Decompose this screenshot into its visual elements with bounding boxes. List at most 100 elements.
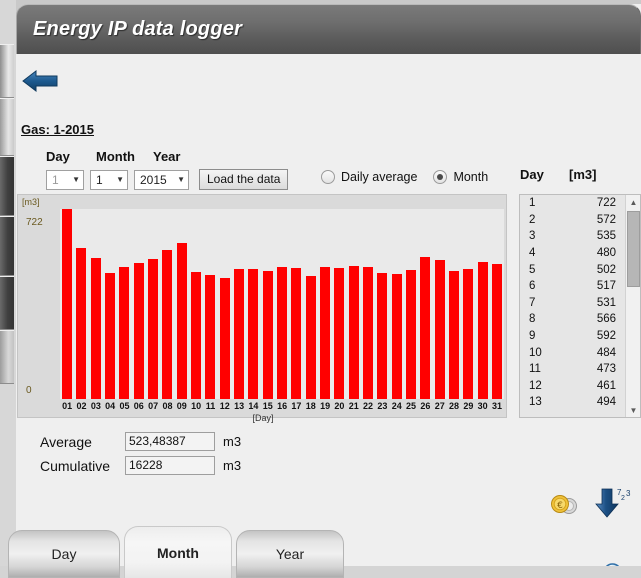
x-axis-tick: 24	[391, 401, 402, 411]
x-axis-tick: 01	[62, 401, 73, 411]
svg-text:3: 3	[626, 489, 631, 498]
table-cell-day: 4	[529, 247, 536, 260]
cumulative-field[interactable]: 16228	[125, 456, 215, 475]
table-cell-value: 473	[596, 363, 616, 376]
table-row[interactable]: 6 517	[520, 278, 625, 295]
table-row[interactable]: 11 473	[520, 361, 625, 378]
x-axis-tick: 04	[105, 401, 116, 411]
x-axis-tick: 13	[234, 401, 245, 411]
average-field[interactable]: 523,48387	[125, 432, 215, 451]
x-axis-tick: 22	[363, 401, 374, 411]
x-axis-tick: 23	[377, 401, 388, 411]
table-row[interactable]: 10 484	[520, 344, 625, 361]
euro-coin-icon[interactable]: €	[550, 494, 580, 516]
chart-bar-cell	[103, 209, 117, 399]
download-numbers-icon[interactable]: 7 2 3	[594, 486, 634, 522]
table-header-day: Day	[520, 167, 544, 182]
x-axis-tick: 30	[477, 401, 488, 411]
chart-bar	[449, 270, 460, 399]
table-row[interactable]: 8 566	[520, 311, 625, 328]
x-axis-tick: 31	[492, 401, 503, 411]
chart-bar	[219, 277, 230, 399]
chart-bar	[62, 209, 73, 399]
mode-radio-group: Daily average Month	[321, 170, 504, 184]
chart-bar	[305, 276, 316, 399]
chart-bar-cell	[60, 209, 74, 399]
cumulative-unit: m3	[223, 458, 242, 473]
chart-bar	[205, 274, 216, 399]
table-row[interactable]: 12 461	[520, 378, 625, 395]
daily-average-radio[interactable]	[321, 170, 335, 184]
chart-bar-cell	[203, 209, 217, 399]
table-row[interactable]: 7 531	[520, 295, 625, 312]
table-cell-day: 1	[529, 197, 536, 210]
table-cell-day: 10	[529, 346, 542, 359]
x-axis-tick: 15	[262, 401, 273, 411]
month-select[interactable]: 1 ▼	[90, 169, 128, 190]
chart-bar	[377, 272, 388, 399]
data-table-rows[interactable]: 1 722 2 572 3 535 4 480 5 502 6 517 7 531 8 566 9 592 10 48…	[520, 195, 625, 417]
table-row[interactable]: 4 480	[520, 245, 625, 262]
table-row[interactable]: 2 572	[520, 212, 625, 229]
day-select[interactable]: 1 ▼	[46, 169, 84, 190]
bottom-tab-bar: Day Month Year	[0, 524, 641, 578]
chart-bar	[262, 270, 273, 399]
x-axis-tick: 06	[133, 401, 144, 411]
x-axis-tick: 28	[449, 401, 460, 411]
title-bar: Energy IP data logger	[16, 4, 641, 54]
chart-bar	[148, 259, 159, 399]
chart-bar	[76, 248, 87, 399]
x-axis-label: [Day]	[252, 413, 274, 423]
x-axis-tick: 16	[277, 401, 288, 411]
month-select-value: 1	[96, 172, 103, 187]
chart-bar	[277, 267, 288, 399]
scroll-up-icon[interactable]: ▲	[626, 195, 641, 209]
chart-bar-cell	[117, 209, 131, 399]
back-arrow-icon[interactable]	[20, 66, 64, 96]
table-cell-value: 592	[596, 330, 616, 343]
gas-period-label: Gas: 1-2015	[21, 122, 94, 137]
scrollbar-thumb[interactable]	[627, 211, 640, 287]
chart-bar	[119, 266, 130, 399]
chart-bar	[133, 262, 144, 399]
chart-bar-cell	[261, 209, 275, 399]
chart-bar	[463, 269, 474, 399]
table-row[interactable]: 3 535	[520, 228, 625, 245]
chart-bar-cell	[232, 209, 246, 399]
table-cell-day: 3	[529, 230, 536, 243]
month-radio[interactable]	[433, 170, 448, 184]
table-cell-day: 13	[529, 396, 542, 409]
table-cell-value: 572	[596, 213, 616, 226]
chart-bar	[234, 269, 245, 399]
table-cell-day: 6	[529, 280, 536, 293]
totals-section: Average 523,48387 m3 Cumulative 16228 m3	[40, 432, 241, 480]
chart-bar	[348, 265, 359, 399]
chart-bar	[162, 250, 173, 399]
load-data-button[interactable]: Load the data	[199, 169, 289, 190]
table-cell-value: 484	[596, 346, 616, 359]
table-cell-day: 7	[529, 296, 536, 309]
x-axis-tick: 08	[162, 401, 173, 411]
month-radio-label: Month	[453, 170, 489, 184]
table-row[interactable]: 13 494	[520, 394, 625, 411]
chart-bar-cell	[275, 209, 289, 399]
scroll-down-icon[interactable]: ▼	[626, 403, 641, 417]
table-row[interactable]: 1 722	[520, 195, 625, 212]
chart-bar-cell	[447, 209, 461, 399]
tab-year[interactable]: Year	[236, 530, 344, 578]
average-row: Average 523,48387 m3	[40, 432, 241, 451]
tab-month[interactable]: Month	[124, 526, 232, 578]
data-table: 1 722 2 572 3 535 4 480 5 502 6 517 7 531 8 566 9 592 10 48…	[519, 194, 641, 418]
year-select[interactable]: 2015 ▼	[134, 169, 189, 190]
table-scrollbar[interactable]: ▲ ▼	[625, 195, 640, 417]
x-axis-tick: 17	[291, 401, 302, 411]
chevron-down-icon: ▼	[72, 175, 80, 184]
chart-bar	[406, 270, 417, 399]
table-cell-day: 8	[529, 313, 536, 326]
y-axis-label: [m3]	[22, 197, 40, 207]
chart-bar-cell	[189, 209, 203, 399]
table-row[interactable]: 5 502	[520, 261, 625, 278]
chart-bar-cell	[246, 209, 260, 399]
tab-day[interactable]: Day	[8, 530, 120, 578]
table-row[interactable]: 9 592	[520, 328, 625, 345]
